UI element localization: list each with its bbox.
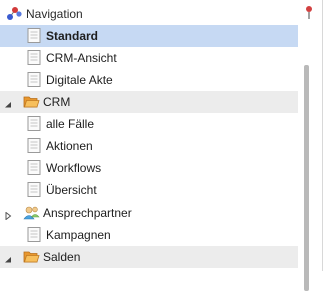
document-icon bbox=[26, 138, 43, 153]
navigation-panel: Navigation Standard CRM-Ansicht Digitale A… bbox=[0, 0, 323, 291]
scrollbar-thumb[interactable] bbox=[304, 65, 309, 291]
tree-item[interactable]: Aktionen bbox=[0, 135, 298, 157]
tree-item-label: Ansprechpartner bbox=[43, 206, 132, 220]
navigation-header: Navigation bbox=[0, 0, 322, 25]
tree-item[interactable]: alle Fälle bbox=[0, 113, 298, 135]
document-icon bbox=[26, 50, 43, 65]
tree-item-label: Salden bbox=[43, 250, 81, 264]
pin-icon[interactable] bbox=[302, 5, 316, 21]
vertical-scrollbar[interactable] bbox=[298, 25, 322, 291]
document-icon bbox=[26, 116, 43, 131]
tree-item-label: Workflows bbox=[46, 161, 102, 175]
document-icon bbox=[26, 160, 43, 175]
folder-open-icon bbox=[23, 249, 40, 264]
tree-item[interactable]: Digitale Akte bbox=[0, 69, 298, 91]
document-icon bbox=[26, 28, 43, 43]
tree-item[interactable]: CRM-Ansicht bbox=[0, 47, 298, 69]
navigation-tree: Standard CRM-Ansicht Digitale Akte CRM alle … bbox=[0, 25, 298, 271]
collapse-arrow-icon[interactable] bbox=[4, 253, 12, 263]
tree-item[interactable]: Standard bbox=[0, 25, 298, 47]
tree-item-label: Digitale Akte bbox=[46, 73, 113, 87]
tree-item-label: Standard bbox=[46, 29, 99, 43]
tree-item[interactable]: Ansprechpartner bbox=[0, 202, 298, 224]
collapse-arrow-icon[interactable] bbox=[4, 98, 12, 108]
tree-item-label: CRM-Ansicht bbox=[46, 51, 117, 65]
tree-item-label: Aktionen bbox=[46, 139, 93, 153]
navigation-network-icon bbox=[7, 7, 22, 20]
panel-title: Navigation bbox=[26, 7, 83, 21]
expand-arrow-icon[interactable] bbox=[4, 209, 12, 221]
tree-item-label: Kampagnen bbox=[46, 228, 111, 242]
tree-item-label: CRM bbox=[43, 95, 71, 109]
tree-group-salden[interactable]: Salden bbox=[0, 246, 298, 268]
tree-item-label: alle Fälle bbox=[46, 117, 95, 131]
document-icon bbox=[26, 227, 43, 242]
tree-item[interactable]: Workflows bbox=[0, 157, 298, 179]
tree-item-label: Übersicht bbox=[46, 183, 97, 197]
document-icon bbox=[26, 72, 43, 87]
folder-open-icon bbox=[23, 94, 40, 109]
document-icon bbox=[26, 182, 43, 197]
tree-group-crm[interactable]: CRM bbox=[0, 91, 298, 113]
contacts-icon bbox=[23, 205, 40, 220]
tree-item[interactable]: Kampagnen bbox=[0, 224, 298, 246]
tree-item[interactable]: Übersicht bbox=[0, 179, 298, 201]
